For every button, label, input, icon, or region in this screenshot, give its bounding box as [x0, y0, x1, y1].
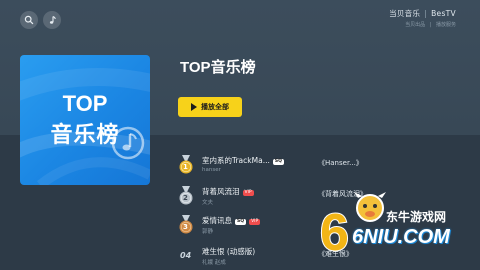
- cover-title-top: TOP: [62, 91, 108, 116]
- rank-number: 2: [183, 194, 188, 202]
- brand-sub-left: 当贝出品: [405, 22, 426, 28]
- song-artist: hanser: [202, 167, 221, 173]
- sq-badge: SQ: [272, 159, 284, 165]
- song-artist: 礼娥 赵成: [202, 260, 226, 266]
- song-title-text: 爱情讯息: [202, 216, 232, 225]
- svg-text:6: 6: [320, 204, 349, 262]
- search-icon: [24, 15, 34, 25]
- search-button[interactable]: [20, 11, 38, 29]
- site-watermark: 6 东牛游戏网 6NIU.COM: [318, 190, 478, 268]
- music-note-icon: [111, 126, 145, 160]
- sq-badge: SQ: [235, 219, 247, 225]
- song-row[interactable]: 1 室内系的TrackMa... SQ hanser 《Hanser...》: [176, 155, 466, 185]
- brand-name-cn: 当贝音乐: [389, 9, 421, 18]
- music-note-icon: [49, 16, 56, 24]
- brand-name-en: BesTV: [431, 9, 456, 18]
- song-title: 难生恨 (动感版): [202, 247, 256, 256]
- rank-number: 04: [180, 251, 192, 260]
- rank-number: 3: [183, 223, 188, 231]
- playlist-cover[interactable]: TOP 音乐榜: [20, 55, 150, 185]
- play-all-button[interactable]: 播放全部: [178, 97, 242, 117]
- song-artist: 文夫: [202, 200, 214, 206]
- vip-badge: VIP: [249, 219, 261, 225]
- music-button[interactable]: [43, 11, 61, 29]
- brand-sub-right: 播放服务: [435, 22, 456, 28]
- song-title: 室内系的TrackMa... SQ: [202, 155, 284, 166]
- playlist-title: TOP音乐榜: [180, 59, 256, 76]
- play-all-label: 播放全部: [201, 103, 229, 111]
- brand-logo: 当贝音乐 | BesTV 当贝出品 | 播放服务: [389, 9, 456, 28]
- song-title: 爱情讯息 SQ VIP: [202, 215, 261, 226]
- play-icon: [191, 103, 197, 111]
- watermark-en: 6NIU.COM: [352, 226, 450, 248]
- song-artist: 郭静: [202, 229, 214, 235]
- song-title-text: 室内系的TrackMa...: [202, 156, 270, 165]
- vip-badge: VIP: [242, 190, 254, 196]
- watermark-cn: 东牛游戏网: [386, 210, 447, 224]
- song-album: 《Hanser...》: [318, 159, 363, 167]
- song-title-text: 背着风流泪: [202, 187, 240, 196]
- song-title: 背着风流泪 VIP: [202, 186, 254, 197]
- rank-number: 1: [183, 163, 188, 171]
